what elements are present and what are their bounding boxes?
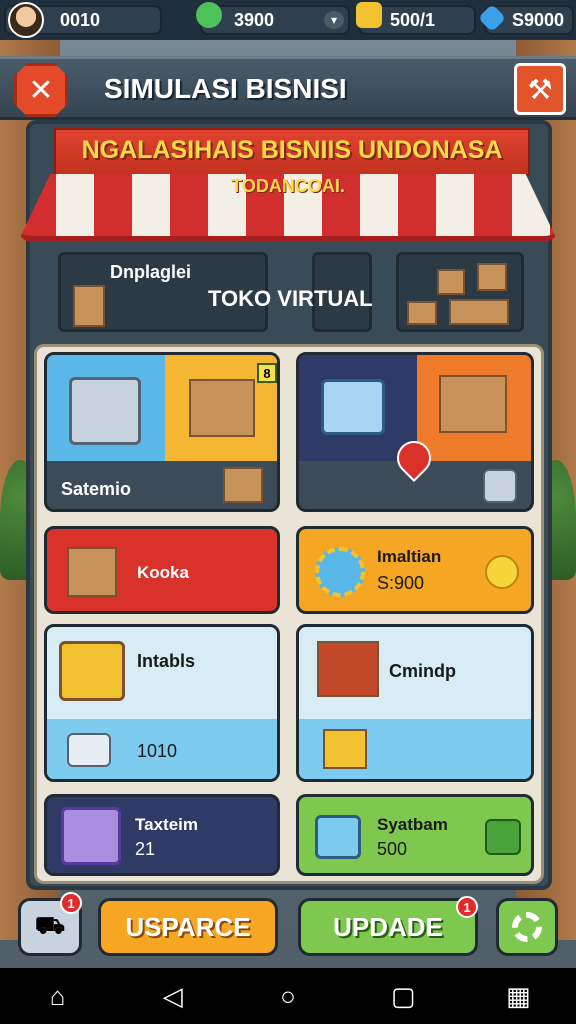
card-label: Syatbam	[377, 815, 448, 834]
box-icon	[437, 269, 465, 295]
settings-icon[interactable]	[483, 469, 517, 503]
tools-button[interactable]: ⚒	[514, 63, 566, 115]
machine-icon	[69, 377, 141, 445]
card-cmindp[interactable]: Cmindp	[296, 624, 534, 782]
card-taxteim[interactable]: Taxteim 21	[44, 794, 280, 876]
box-icon	[323, 729, 367, 769]
blue-currency-value: S9000	[512, 9, 565, 30]
coin-icon	[485, 555, 519, 589]
card-kooka[interactable]: Kooka	[44, 526, 280, 614]
gift-box-icon	[61, 807, 121, 865]
card-satemio[interactable]: 8 Satemio	[44, 352, 280, 512]
green-currency-value: 3900	[234, 9, 275, 30]
update-button[interactable]: UPDADE	[298, 898, 478, 956]
card-label: Taxteim	[135, 815, 198, 834]
ice-box-icon	[315, 815, 361, 859]
box-icon	[477, 263, 507, 291]
resource-bar: 0010 3900 ▾ 500/1 S9000	[0, 0, 576, 40]
bag-icon	[67, 547, 117, 597]
card-tile-orange	[417, 355, 531, 461]
home-icon[interactable]: ⌂	[28, 981, 88, 1012]
card-label: Kooka	[137, 563, 189, 582]
system-nav-bar: ⌂ ◁ ○ ▢ ▦	[0, 968, 576, 1024]
card-tile-blue	[47, 355, 165, 461]
store-left-label: Dnplaglei	[110, 262, 192, 282]
card-value: 500	[377, 839, 408, 859]
dropdown-icon[interactable]: ▾	[324, 11, 344, 29]
header-bar: ✕ SIMULASI BISNISI ⚒	[0, 56, 576, 120]
recents-icon[interactable]: ▢	[373, 981, 433, 1012]
settings-button[interactable]	[496, 898, 558, 956]
truck-notification-badge: 1	[60, 892, 82, 914]
close-icon: ✕	[28, 73, 54, 107]
circle-home-icon[interactable]: ○	[258, 981, 318, 1012]
card-label: Cmindp	[389, 661, 456, 681]
register-icon	[67, 733, 111, 767]
chest-icon	[317, 641, 379, 697]
card-crate[interactable]	[296, 352, 534, 512]
card-value: S:900	[377, 573, 425, 593]
card-label: Imaltian	[377, 547, 442, 566]
store-banner-text: NGALASIHAIS BISNIIS UNDONASA	[81, 136, 503, 164]
level-badge: 8	[257, 363, 277, 383]
card-tile-navy	[299, 355, 417, 461]
box-icon	[407, 301, 437, 325]
store-subtitle: TODANCOAI.	[231, 176, 345, 196]
card-value: 1010	[137, 741, 178, 761]
box-icon	[439, 375, 507, 433]
gold-coin-icon	[356, 2, 382, 28]
store-name: TOKO VIRTUAL	[208, 286, 373, 311]
update-notification-badge: 1	[456, 896, 478, 918]
green-currency-pill[interactable]: 3900 ▾	[200, 5, 350, 35]
box-icon	[73, 285, 105, 327]
edit-icon[interactable]	[485, 819, 521, 855]
card-label: Satemio	[61, 479, 132, 499]
card-intabls[interactable]: Intabls 1010	[44, 624, 280, 782]
box-icon	[449, 299, 509, 325]
cart-icon	[59, 641, 125, 701]
card-syatbam[interactable]: Syatbam 500	[296, 794, 534, 876]
page-title: SIMULASI BISNISI	[104, 73, 347, 104]
crate-icon	[321, 379, 385, 435]
card-footer	[299, 719, 531, 779]
card-footer: 1010	[47, 719, 277, 779]
back-icon[interactable]: ◁	[143, 981, 203, 1012]
gear-icon	[512, 912, 542, 942]
menu-icon[interactable]: ▦	[488, 981, 548, 1012]
card-value: 21	[135, 839, 156, 859]
player-value: 0010	[60, 9, 101, 30]
tools-icon: ⚒	[527, 73, 553, 105]
box-icon	[189, 379, 255, 437]
gold-currency-value: 500/1	[390, 9, 436, 30]
green-gem-icon	[196, 2, 222, 28]
gear-icon	[315, 547, 365, 597]
card-tile-orange: 8	[165, 355, 277, 461]
close-button[interactable]: ✕	[14, 63, 68, 117]
card-label: Intabls	[137, 651, 196, 671]
player-avatar-icon[interactable]	[8, 2, 44, 38]
box-icon	[223, 467, 263, 503]
card-imaltian[interactable]: Imaltian S:900	[296, 526, 534, 614]
store-window-right	[396, 252, 524, 332]
usparce-button[interactable]: USPARCE	[98, 898, 278, 956]
truck-icon: ⛟	[34, 912, 66, 939]
